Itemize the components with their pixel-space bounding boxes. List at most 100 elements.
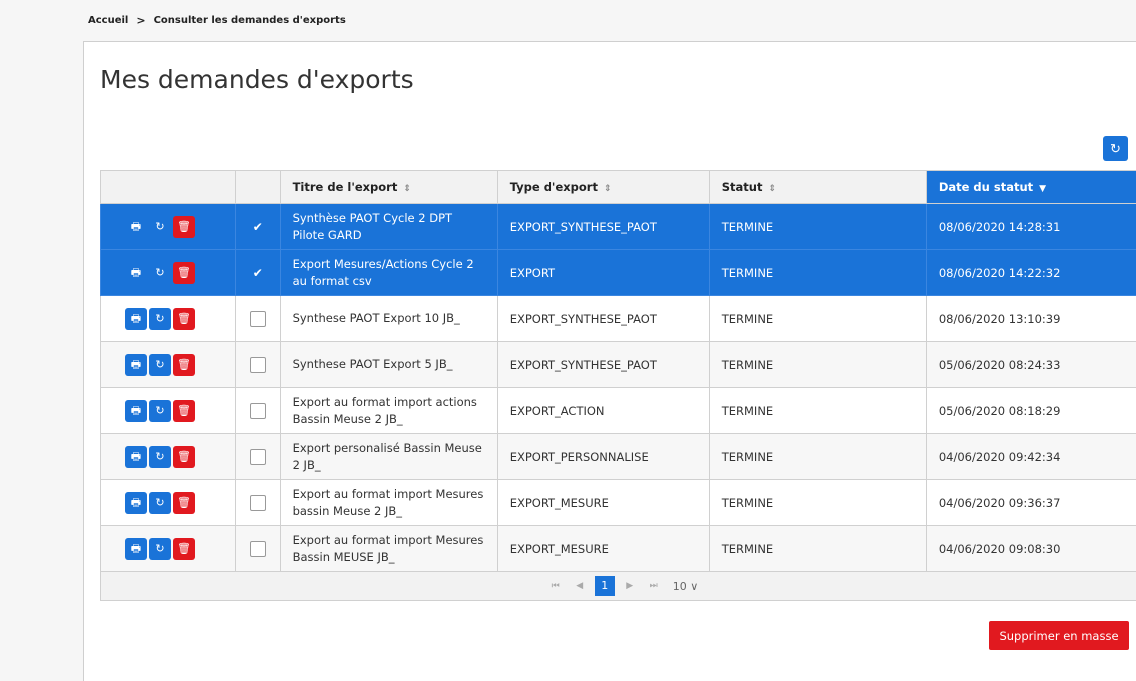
next-page-icon[interactable]: ▶ bbox=[621, 581, 639, 591]
print-icon[interactable]: 🖶 bbox=[125, 400, 147, 422]
row-checkbox[interactable] bbox=[250, 311, 266, 327]
cell-type: EXPORT_ACTION bbox=[497, 388, 709, 434]
row-select-cell[interactable] bbox=[235, 434, 280, 480]
sort-icon: ⇕ bbox=[768, 184, 776, 194]
last-page-icon[interactable]: ⏭ bbox=[645, 581, 663, 591]
main-panel: Mes demandes d'exports ↻ Titre de l'expo… bbox=[83, 41, 1136, 681]
page-button-current[interactable]: 1 bbox=[595, 576, 615, 596]
table-row[interactable]: 🖶↻🗑 Export au format import Mesures Bassi… bbox=[101, 526, 1136, 572]
delete-icon[interactable]: 🗑 bbox=[173, 308, 195, 330]
cell-status: TERMINE bbox=[709, 526, 926, 572]
cell-date: 04/06/2020 09:42:34 bbox=[926, 434, 1136, 480]
header-type[interactable]: Type d'export⇕ bbox=[497, 171, 709, 204]
row-checkbox[interactable] bbox=[250, 357, 266, 373]
cell-date: 04/06/2020 09:36:37 bbox=[926, 480, 1136, 526]
header-title[interactable]: Titre de l'export⇕ bbox=[280, 171, 497, 204]
row-actions: 🖶↻🗑 bbox=[101, 296, 236, 342]
table-row[interactable]: 🖶↻🗑 Export au format import Mesures bassi… bbox=[101, 480, 1136, 526]
delete-icon[interactable]: 🗑 bbox=[173, 538, 195, 560]
cell-status: TERMINE bbox=[709, 250, 926, 296]
chevron-right-icon: > bbox=[136, 14, 145, 27]
cell-date: 08/06/2020 13:10:39 bbox=[926, 296, 1136, 342]
delete-icon[interactable]: 🗑 bbox=[173, 492, 195, 514]
row-select-cell[interactable] bbox=[235, 296, 280, 342]
delete-icon[interactable]: 🗑 bbox=[173, 216, 195, 238]
table-row[interactable]: 🖶↻🗑 ✔ Synthèse PAOT Cycle 2 DPT Pilote GAR… bbox=[101, 204, 1136, 250]
row-select-cell[interactable]: ✔ bbox=[235, 250, 280, 296]
delete-icon[interactable]: 🗑 bbox=[173, 262, 195, 284]
cell-title: Export au format import Mesures bassin M… bbox=[280, 480, 497, 526]
cell-status: TERMINE bbox=[709, 434, 926, 480]
breadcrumb-home-link[interactable]: Accueil bbox=[88, 15, 128, 26]
row-select-cell[interactable] bbox=[235, 342, 280, 388]
header-title-label: Titre de l'export bbox=[293, 180, 398, 194]
row-select-cell[interactable] bbox=[235, 388, 280, 434]
cell-date: 05/06/2020 08:18:29 bbox=[926, 388, 1136, 434]
header-date[interactable]: Date du statut▼ bbox=[926, 171, 1136, 204]
cell-title: Export Mesures/Actions Cycle 2 au format… bbox=[280, 250, 497, 296]
row-select-cell[interactable] bbox=[235, 480, 280, 526]
check-icon[interactable]: ✔ bbox=[253, 220, 263, 234]
pagination-row: ⏮ ◀ 1 ▶ ⏭ 10 ∨ bbox=[101, 572, 1136, 601]
cell-title: Export au format import Mesures Bassin M… bbox=[280, 526, 497, 572]
regenerate-icon[interactable]: ↻ bbox=[149, 262, 171, 284]
cell-date: 04/06/2020 09:08:30 bbox=[926, 526, 1136, 572]
regenerate-icon[interactable]: ↻ bbox=[149, 216, 171, 238]
row-actions: 🖶↻🗑 bbox=[101, 480, 236, 526]
regenerate-icon[interactable]: ↻ bbox=[149, 400, 171, 422]
delete-icon[interactable]: 🗑 bbox=[173, 400, 195, 422]
row-checkbox[interactable] bbox=[250, 403, 266, 419]
print-icon[interactable]: 🖶 bbox=[125, 538, 147, 560]
table-row[interactable]: 🖶↻🗑Export personalisé Bassin Meuse 2 JB_… bbox=[101, 434, 1136, 480]
row-select-cell[interactable]: ✔ bbox=[235, 204, 280, 250]
header-status[interactable]: Statut ⇕ bbox=[709, 171, 926, 204]
refresh-list-button[interactable]: ↻ bbox=[1103, 136, 1128, 161]
print-icon[interactable]: 🖶 bbox=[125, 308, 147, 330]
cell-status: TERMINE bbox=[709, 388, 926, 434]
row-actions: 🖶↻🗑 bbox=[101, 342, 236, 388]
cell-title: Synthèse PAOT Cycle 2 DPT Pilote GARD bbox=[280, 204, 497, 250]
print-icon[interactable]: 🖶 bbox=[125, 216, 147, 238]
cell-title: Synthese PAOT Export 10 JB_ bbox=[280, 296, 497, 342]
check-icon[interactable]: ✔ bbox=[253, 266, 263, 280]
regenerate-icon[interactable]: ↻ bbox=[149, 538, 171, 560]
header-status-label: Statut bbox=[722, 180, 763, 194]
cell-type: EXPORT_MESURE bbox=[497, 480, 709, 526]
cell-type: EXPORT_MESURE bbox=[497, 526, 709, 572]
row-checkbox[interactable] bbox=[250, 541, 266, 557]
print-icon[interactable]: 🖶 bbox=[125, 354, 147, 376]
cell-status: TERMINE bbox=[709, 480, 926, 526]
table-row[interactable]: 🖶↻🗑Synthese PAOT Export 10 JB_EXPORT_SYN… bbox=[101, 296, 1136, 342]
cell-title: Export au format import actions Bassin M… bbox=[280, 388, 497, 434]
table-row[interactable]: 🖶↻🗑 ✔ Export Mesures/Actions Cycle 2 au fo… bbox=[101, 250, 1136, 296]
regenerate-icon[interactable]: ↻ bbox=[149, 492, 171, 514]
prev-page-icon[interactable]: ◀ bbox=[571, 581, 589, 591]
cell-type: EXPORT bbox=[497, 250, 709, 296]
print-icon[interactable]: 🖶 bbox=[125, 262, 147, 284]
row-checkbox[interactable] bbox=[250, 495, 266, 511]
delete-icon[interactable]: 🗑 bbox=[173, 446, 195, 468]
table-row[interactable]: 🖶↻🗑Synthese PAOT Export 5 JB_EXPORT_SYNT… bbox=[101, 342, 1136, 388]
regenerate-icon[interactable]: ↻ bbox=[149, 308, 171, 330]
row-actions: 🖶↻🗑 bbox=[101, 204, 236, 250]
first-page-icon[interactable]: ⏮ bbox=[547, 581, 565, 591]
table-row[interactable]: 🖶↻🗑 Export au format import actions Bassi… bbox=[101, 388, 1136, 434]
pagination: ⏮ ◀ 1 ▶ ⏭ 10 ∨ bbox=[547, 576, 699, 596]
cell-title: Synthese PAOT Export 5 JB_ bbox=[280, 342, 497, 388]
cell-status: TERMINE bbox=[709, 204, 926, 250]
print-icon[interactable]: 🖶 bbox=[125, 446, 147, 468]
page-size-select[interactable]: 10 ∨ bbox=[673, 580, 699, 593]
pagination-cell: ⏮ ◀ 1 ▶ ⏭ 10 ∨ bbox=[101, 572, 1136, 601]
bulk-delete-button[interactable]: Supprimer en masse bbox=[989, 621, 1129, 650]
regenerate-icon[interactable]: ↻ bbox=[149, 446, 171, 468]
cell-type: EXPORT_SYNTHESE_PAOT bbox=[497, 204, 709, 250]
row-checkbox[interactable] bbox=[250, 449, 266, 465]
cell-date: 08/06/2020 14:28:31 bbox=[926, 204, 1136, 250]
header-select bbox=[235, 171, 280, 204]
delete-icon[interactable]: 🗑 bbox=[173, 354, 195, 376]
row-select-cell[interactable] bbox=[235, 526, 280, 572]
header-date-label: Date du statut bbox=[939, 180, 1033, 194]
cell-date: 08/06/2020 14:22:32 bbox=[926, 250, 1136, 296]
print-icon[interactable]: 🖶 bbox=[125, 492, 147, 514]
regenerate-icon[interactable]: ↻ bbox=[149, 354, 171, 376]
